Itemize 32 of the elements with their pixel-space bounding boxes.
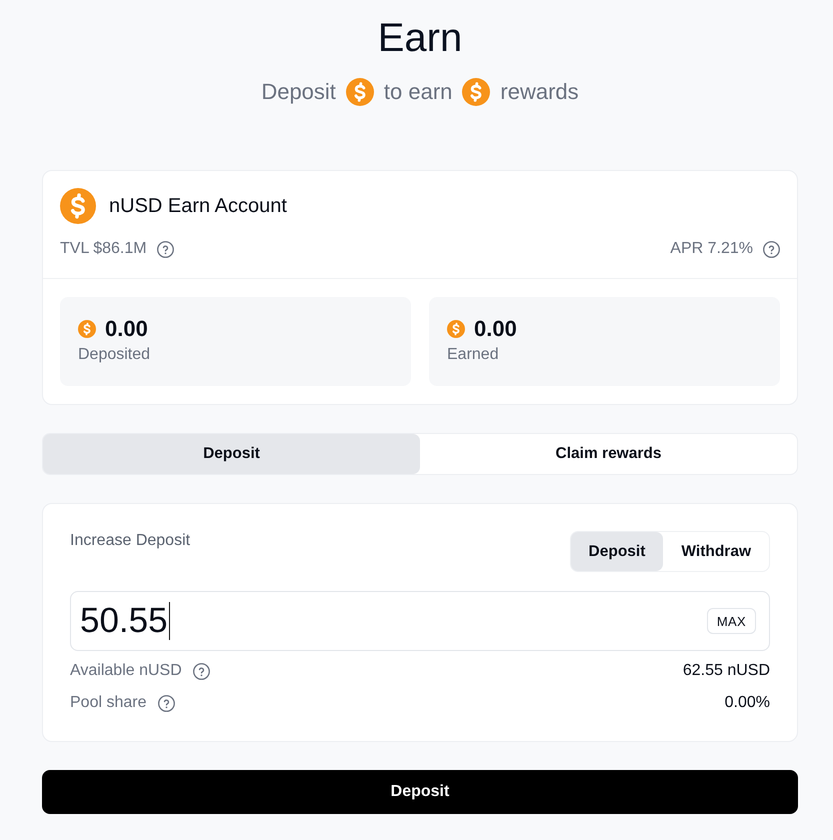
tvl-label: TVL $86.1M — [60, 240, 147, 258]
detail-label: Available nUSD — [70, 662, 182, 680]
max-button[interactable]: MAX — [706, 608, 756, 634]
form-title: Increase Deposit — [70, 531, 190, 551]
apr-label: APR 7.21% — [670, 240, 753, 258]
dollar-coin-icon — [447, 320, 465, 338]
tab[interactable]: Deposit — [43, 434, 420, 474]
detail-label: Pool share — [70, 694, 146, 712]
mode-tab[interactable]: Withdraw — [663, 532, 769, 571]
subtitle-text: rewards — [500, 78, 579, 106]
help-icon[interactable] — [763, 240, 780, 258]
stat-label: Earned — [447, 345, 500, 365]
dollar-coin-icon — [60, 188, 96, 224]
dollar-coin-icon — [346, 78, 374, 106]
detail-value: 62.55 nUSD — [682, 662, 770, 680]
stat-value: 0.00 — [105, 317, 148, 341]
stat-value: 0.00 — [474, 317, 517, 341]
dollar-coin-icon — [462, 78, 490, 106]
subtitle-text: to earn — [384, 78, 452, 106]
subtitle-text: Deposit — [261, 78, 336, 106]
help-icon[interactable] — [156, 240, 174, 258]
stat-label: Deposited — [78, 345, 152, 365]
dollar-coin-icon — [78, 320, 96, 338]
mode-tab[interactable]: Deposit — [570, 532, 664, 571]
page-title: Earn — [376, 15, 464, 62]
tab[interactable]: Claim rewards — [420, 434, 797, 474]
detail-value: 0.00% — [724, 694, 770, 712]
account-title: nUSD Earn Account — [109, 194, 287, 219]
deposit-button[interactable]: Deposit — [42, 770, 798, 814]
help-icon[interactable] — [192, 662, 210, 680]
amount-input[interactable]: 50.55 MAX — [70, 591, 770, 651]
help-icon[interactable] — [158, 694, 174, 712]
